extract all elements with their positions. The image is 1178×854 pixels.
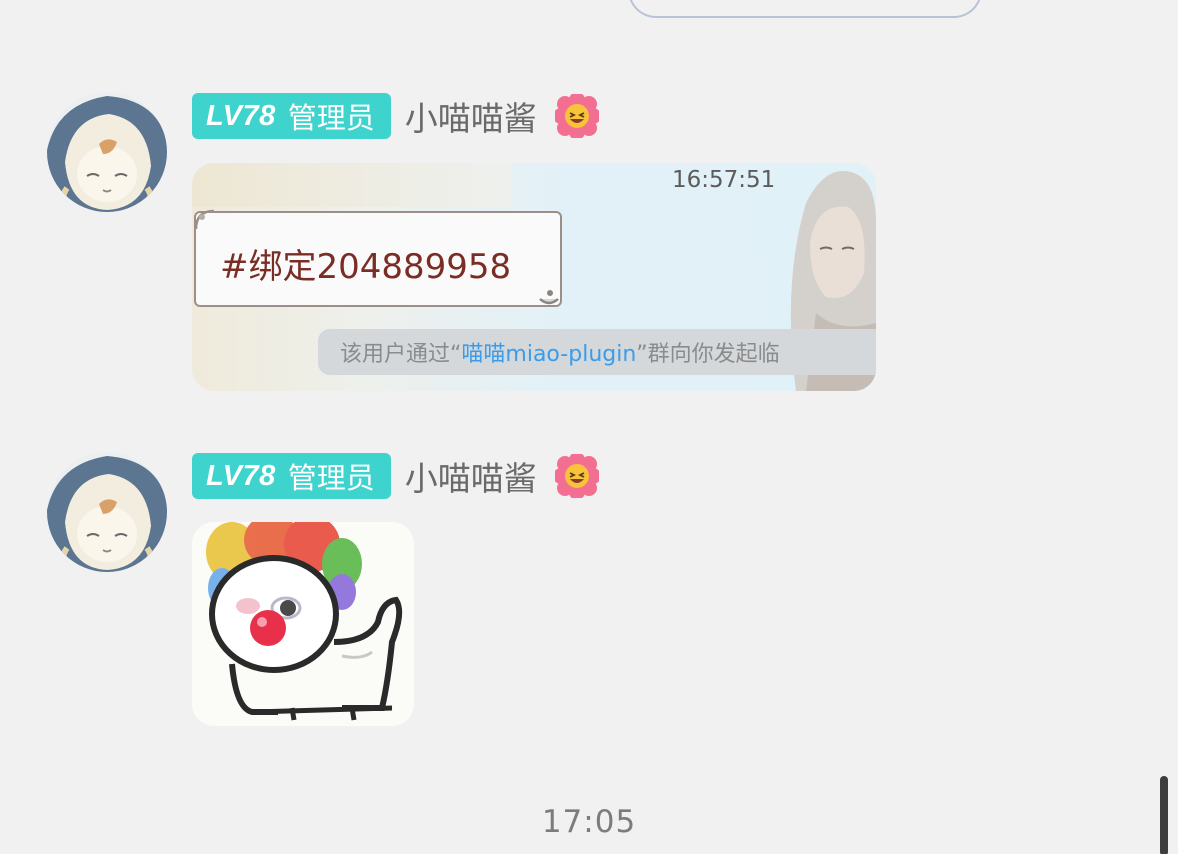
time-divider: 17:05 — [541, 804, 637, 840]
avatar[interactable] — [47, 92, 167, 212]
screenshot-time: 16:57:51 — [672, 167, 776, 193]
grinning-flower-emoji-icon — [554, 454, 599, 498]
message-header: LV78 管理员 小喵喵酱 — [192, 92, 599, 140]
member-badge: LV78 管理员 — [192, 93, 391, 139]
notice-suffix: ”群向你发起临 — [636, 342, 780, 367]
role-label: 管理员 — [287, 101, 375, 135]
screenshot-bubble-text: #绑定204889958 — [220, 247, 512, 287]
scrollbar[interactable] — [1160, 776, 1168, 854]
avatar[interactable] — [47, 452, 167, 572]
sender-name[interactable]: 小喵喵酱 — [405, 452, 537, 500]
member-badge: LV78 管理员 — [192, 453, 391, 499]
chat-window: LV78 管理员 小喵喵酱 16:57:51 #绑定204889958 该用户通… — [0, 0, 1178, 854]
grinning-flower-emoji-icon — [554, 94, 599, 138]
screenshot-notice: 该用户通过“ 喵喵miao-plugin ”群向你发起临 — [318, 329, 876, 375]
screenshot-tilebar — [192, 163, 512, 207]
screenshot-chat-bubble: #绑定204889958 — [194, 211, 562, 307]
screenshot-image[interactable]: 16:57:51 #绑定204889958 该用户通过“ 喵喵miao-plug… — [192, 163, 876, 391]
clown-cat-sticker-icon — [192, 522, 414, 726]
level-label: LV78 — [206, 99, 276, 132]
avatar-image — [47, 452, 167, 572]
screenshot-content: 16:57:51 #绑定204889958 该用户通过“ 喵喵miao-plug… — [192, 163, 876, 391]
notice-prefix: 该用户通过“ — [340, 342, 462, 367]
level-label: LV78 — [206, 459, 276, 492]
bubble-tail-deco-icon — [539, 290, 559, 305]
notice-link: 喵喵miao-plugin — [461, 342, 637, 367]
avatar-image — [47, 92, 167, 212]
sender-name[interactable]: 小喵喵酱 — [405, 92, 537, 140]
role-label: 管理员 — [287, 461, 375, 495]
message-header: LV78 管理员 小喵喵酱 — [192, 452, 599, 500]
previous-message-bubble[interactable] — [628, 0, 982, 18]
clown-cat-sticker — [192, 522, 414, 726]
bubble-corner-deco-icon — [194, 209, 215, 230]
sticker-image[interactable] — [192, 522, 414, 726]
